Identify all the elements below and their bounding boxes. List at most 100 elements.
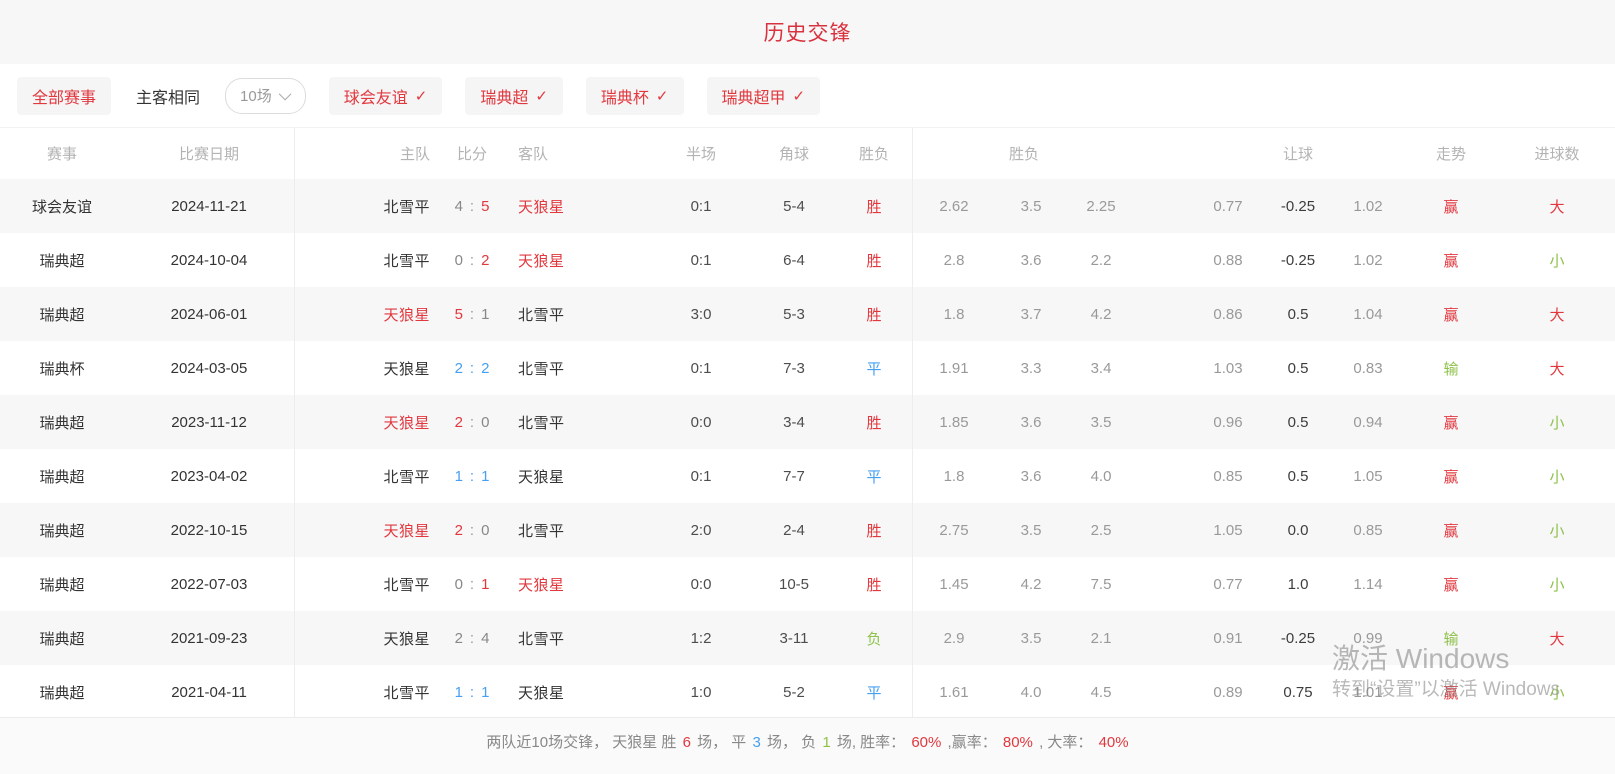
filter-chip[interactable]: 全部赛事	[17, 77, 111, 115]
away-team: 天狼星	[504, 665, 650, 719]
win-odds-cell: 3.6	[996, 449, 1066, 503]
filter-chip[interactable]: 主客相同	[134, 77, 202, 115]
win-odds-cell: 2.9	[912, 611, 996, 665]
match-row: 瑞典超2024-10-04北雪平0:2天狼星0:16-4胜2.83.62.20.…	[0, 233, 1615, 287]
win-odds-cell: 3.6	[996, 233, 1066, 287]
score-colon: :	[470, 198, 474, 215]
win-odds-cell: 3.4	[1066, 341, 1136, 395]
column-header: 胜负	[836, 128, 912, 179]
win-odds-cell: 2.1	[1066, 611, 1136, 665]
handicap-odds-cell: 1.02	[1333, 179, 1403, 233]
league-cell: 瑞典超	[0, 395, 124, 449]
handicap-odds-cell: 1.05	[1333, 449, 1403, 503]
handicap-odds-cell: 0.94	[1333, 395, 1403, 449]
trend-cell: 赢	[1403, 395, 1499, 449]
result-cell: 平	[836, 449, 912, 503]
win-odds-cell: 2.62	[912, 179, 996, 233]
score-cell: 5:1	[440, 287, 504, 341]
handicap-odds-cell: 0.5	[1263, 287, 1333, 341]
column-header: 赛事	[0, 128, 124, 179]
home-team: 北雪平	[294, 449, 440, 503]
filter-chip[interactable]: 瑞典杯✓	[586, 77, 684, 115]
win-odds-cell: 3.5	[996, 611, 1066, 665]
handicap-odds-cell: 0.5	[1263, 341, 1333, 395]
handicap-odds-cell: 0.85	[1193, 449, 1263, 503]
spacer-cell	[1136, 665, 1193, 719]
handicap-odds-cell: 1.05	[1193, 503, 1263, 557]
summary-segment: 60%	[911, 734, 941, 751]
match-row: 球会友谊2024-11-21北雪平4:5天狼星0:15-4胜2.623.52.2…	[0, 179, 1615, 233]
half-score-cell: 0:0	[650, 395, 752, 449]
trend-cell: 赢	[1403, 503, 1499, 557]
check-icon: ✓	[793, 87, 806, 105]
spacer-cell	[1136, 287, 1193, 341]
filter-chip[interactable]: 球会友谊✓	[329, 77, 443, 115]
win-odds-cell: 2.25	[1066, 179, 1136, 233]
win-odds-cell: 1.8	[912, 287, 996, 341]
handicap-odds-cell: 1.01	[1333, 665, 1403, 719]
home-team: 北雪平	[294, 557, 440, 611]
handicap-odds-cell: 1.0	[1263, 557, 1333, 611]
league-cell: 瑞典超	[0, 665, 124, 719]
away-goals: 0	[481, 522, 489, 539]
win-odds-cell: 3.5	[996, 503, 1066, 557]
away-goals: 1	[481, 306, 489, 323]
corner-cell: 5-4	[752, 179, 836, 233]
corner-cell: 7-7	[752, 449, 836, 503]
away-goals: 2	[481, 360, 489, 377]
match-row: 瑞典超2021-09-23天狼星2:4北雪平1:23-11负2.93.52.10…	[0, 611, 1615, 665]
handicap-odds-cell: 0.88	[1193, 233, 1263, 287]
goals-cell: 小	[1499, 557, 1615, 611]
win-odds-cell: 3.7	[996, 287, 1066, 341]
check-icon: ✓	[656, 87, 669, 105]
score-colon: :	[470, 630, 474, 647]
section-header: 历史交锋	[0, 0, 1615, 64]
away-team: 北雪平	[504, 503, 650, 557]
filter-chip[interactable]: 瑞典超甲✓	[707, 77, 821, 115]
home-goals: 0	[455, 252, 463, 269]
win-odds-cell: 4.0	[1066, 449, 1136, 503]
away-team: 天狼星	[504, 233, 650, 287]
away-team: 天狼星	[504, 557, 650, 611]
summary-segment: 6	[683, 734, 691, 751]
home-team: 天狼星	[294, 341, 440, 395]
column-divider	[912, 128, 913, 718]
win-odds-cell: 1.91	[912, 341, 996, 395]
filter-chip[interactable]: 瑞典超✓	[465, 77, 563, 115]
spacer-cell	[1136, 179, 1193, 233]
result-cell: 平	[836, 341, 912, 395]
history-table: 赛事比赛日期主队比分客队半场角球胜负胜负让球走势进球数 球会友谊2024-11-…	[0, 128, 1615, 719]
match-row: 瑞典超2023-11-12天狼星2:0北雪平0:03-4胜1.853.63.50…	[0, 395, 1615, 449]
win-odds-cell: 2.75	[912, 503, 996, 557]
home-goals: 1	[455, 468, 463, 485]
summary-segment: ,赢率：	[943, 734, 1001, 751]
home-team: 天狼星	[294, 503, 440, 557]
away-team: 北雪平	[504, 341, 650, 395]
filter-chip-label: 全部赛事	[32, 84, 96, 108]
home-goals: 2	[455, 630, 463, 647]
handicap-odds-cell: 0.83	[1333, 341, 1403, 395]
handicap-odds-cell: 0.75	[1263, 665, 1333, 719]
half-score-cell: 0:1	[650, 341, 752, 395]
score-cell: 1:1	[440, 665, 504, 719]
score-colon: :	[470, 684, 474, 701]
away-team: 天狼星	[504, 179, 650, 233]
trend-cell: 输	[1403, 341, 1499, 395]
column-header: 客队	[504, 128, 650, 179]
summary-bar: 两队近10场交锋， 天狼星 胜 6 场， 平 3 场， 负 1 场, 胜率： 6…	[0, 717, 1615, 774]
handicap-odds-cell: 1.02	[1333, 233, 1403, 287]
handicap-odds-cell: 0.0	[1263, 503, 1333, 557]
date-cell: 2023-04-02	[124, 449, 294, 503]
trend-cell: 赢	[1403, 665, 1499, 719]
handicap-odds-cell: -0.25	[1263, 233, 1333, 287]
result-cell: 负	[836, 611, 912, 665]
date-cell: 2021-04-11	[124, 665, 294, 719]
score-colon: :	[470, 414, 474, 431]
goals-cell: 小	[1499, 395, 1615, 449]
match-count-select[interactable]: 10场	[225, 78, 306, 114]
trend-cell: 赢	[1403, 233, 1499, 287]
win-odds-cell: 2.5	[1066, 503, 1136, 557]
filter-chip-label: 主客相同	[136, 84, 200, 108]
column-header: 进球数	[1499, 128, 1615, 179]
handicap-odds-cell: 0.5	[1263, 395, 1333, 449]
